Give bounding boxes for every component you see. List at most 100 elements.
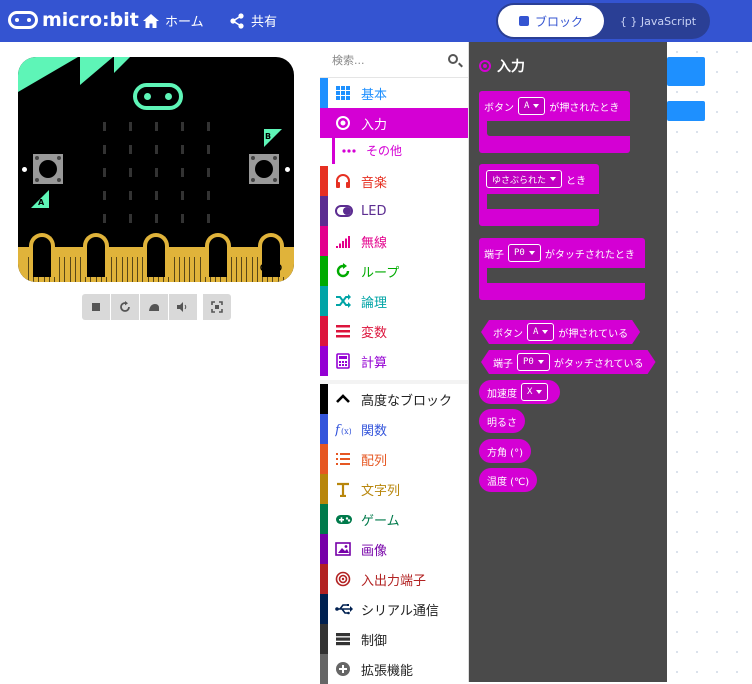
acceleration-block[interactable]: 加速度 X [479,380,561,404]
home-button[interactable]: ホーム [143,11,204,30]
category-color-bar [320,346,328,376]
search-input[interactable]: 検索... [332,52,365,68]
button-dropdown[interactable]: A [527,323,554,341]
category-color-bar [320,504,328,534]
gesture-dropdown[interactable]: ゆさぶられた [486,170,563,188]
category-loop[interactable]: ループ [320,256,468,286]
list-icon [335,323,351,339]
top-menu-bar: micro:bit ホーム 共有 ブロック { } JavaScript [0,0,752,42]
fullscreen-button[interactable] [203,294,231,320]
radio-icon [335,115,351,131]
blocks-mode-button[interactable]: ブロック [498,5,604,37]
led [129,168,132,177]
side-hole [22,167,27,172]
temperature-block[interactable]: 温度 (℃) [479,468,538,492]
share-button[interactable]: 共有 [229,11,277,30]
pin-is-pressed-block[interactable]: 端子 P0 がタッチされている [481,350,656,374]
edge-stripe [59,257,61,282]
editor-mode-switch: ブロック { } JavaScript [496,3,710,39]
block-header: 端子 P0 がタッチされたとき [479,238,635,268]
category-label: 制御 [361,633,388,649]
javascript-mode-button[interactable]: { } JavaScript [608,5,708,37]
category-signal[interactable]: 無線 [320,226,468,256]
button-a-cap [39,160,57,178]
workspace-block-on-start[interactable] [667,57,705,86]
stop-button[interactable] [82,294,110,320]
restart-button[interactable] [111,294,139,320]
on-pin-touched-block[interactable]: 端子 P0 がタッチされたとき [479,238,645,300]
category-headphones[interactable]: 音楽 [320,166,468,196]
led [155,191,158,200]
category-color-bar [320,654,328,684]
button-is-pressed-block[interactable]: ボタン A が押されている [481,320,640,344]
category-toggle[interactable]: LED [320,196,468,226]
compass-heading-block[interactable]: 方角 (°) [479,439,531,463]
led [207,214,210,223]
category-target[interactable]: 入出力端子 [320,564,468,594]
edge-stripe [189,257,191,282]
mute-button[interactable] [169,294,197,320]
workspace-block-forever[interactable] [667,101,705,121]
block-text: 端子 [484,249,504,261]
edge-stripe [111,257,113,282]
stop-icon [92,303,100,311]
category-label: 配列 [361,453,388,469]
category-list[interactable]: 変数 [320,316,468,346]
pin-dropdown[interactable]: P0 [508,244,541,262]
category-label: その他 [366,143,403,158]
light-level-block[interactable]: 明るさ [479,409,525,433]
category-gamepad[interactable]: ゲーム [320,504,468,534]
edge-stripe [116,257,118,282]
pin-dropdown[interactable]: P0 [517,353,550,371]
category-color-bar [320,166,328,196]
category-label: 計算 [361,355,388,371]
microbit-face-logo[interactable] [133,83,183,110]
code-workspace[interactable] [667,42,752,682]
category-grid[interactable]: 基本 [320,78,468,108]
screw [251,156,255,160]
category-color-bar [320,256,328,286]
led [103,168,106,177]
button-dropdown[interactable]: A [518,97,546,115]
category-image[interactable]: 画像 [320,534,468,564]
button-a[interactable] [33,154,63,184]
block-text: がタッチされたとき [544,249,635,261]
category-chevron-up[interactable]: 高度なブロック [320,384,468,414]
edge-stripe [74,257,76,282]
slowmo-button[interactable] [140,294,168,320]
led [103,191,106,200]
toggle-icon [335,203,353,219]
plus-circle-icon [335,661,351,677]
category-label: 論理 [361,295,388,311]
category-label: シリアル通信 [361,603,439,619]
category-server[interactable]: 制御 [320,624,468,654]
on-button-pressed-block[interactable]: ボタン A が押されたとき [479,91,630,153]
category-color-bar [320,108,328,138]
on-shake-block[interactable]: ゆさぶられた とき [479,164,599,226]
category-calculator[interactable]: 計算 [320,346,468,376]
toolbox-search[interactable]: 検索... [320,42,468,78]
screw [35,178,39,182]
edge-stripe [251,257,253,282]
category-shuffle[interactable]: 論理 [320,286,468,316]
dropdown-value: A [533,327,539,337]
search-icon[interactable] [448,54,458,64]
edge-stripe [236,257,237,282]
pin-label-gnd: GND [259,263,283,274]
subcategory-more[interactable]: その他 [320,136,468,164]
category-function[interactable]: f (x) 関数 [320,414,468,444]
category-color-bar [320,534,328,564]
category-label: 基本 [361,87,388,103]
microbit-logo[interactable]: micro:bit [8,9,139,31]
category-usb[interactable]: シリアル通信 [320,594,468,624]
block-text: がタッチされている [553,358,644,370]
button-b[interactable] [249,154,279,184]
block-text: 明るさ [487,417,517,429]
axis-dropdown[interactable]: X [521,383,549,401]
category-array[interactable]: 配列 [320,444,468,474]
led [103,122,106,131]
edge-stripe [121,257,123,282]
category-plus-circle[interactable]: 拡張機能 [320,654,468,684]
category-text[interactable]: 文字列 [320,474,468,504]
category-radio[interactable]: 入力 [320,108,468,138]
